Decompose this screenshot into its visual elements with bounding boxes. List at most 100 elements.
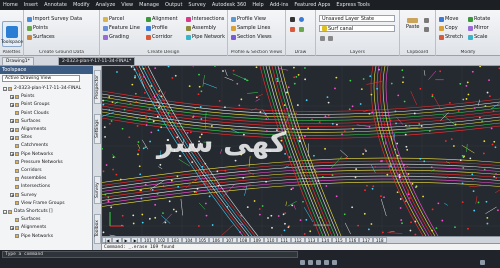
drawing-point — [336, 123, 338, 126]
drawing-curve — [102, 175, 500, 201]
command-input[interactable]: Type a command — [2, 251, 298, 258]
model-space-viewport[interactable]: کهی سبز — [102, 66, 500, 236]
drawing-point — [423, 160, 426, 163]
menu-item-output[interactable]: Output — [162, 2, 185, 8]
menu-item-annotate[interactable]: Annotate — [41, 2, 70, 8]
expand-toggle-icon[interactable]: - — [3, 209, 7, 214]
cut-icon[interactable] — [424, 27, 429, 32]
section-views-button[interactable]: Section Views — [231, 34, 272, 40]
tree-item[interactable]: - Data Shortcuts [] — [3, 208, 53, 215]
mirror-button[interactable]: Mirror — [468, 25, 489, 31]
copy-clip-icon[interactable] — [424, 18, 429, 23]
layer-properties-icon[interactable] — [320, 36, 325, 41]
tree-item[interactable]: Pressure Networks — [10, 159, 63, 166]
expand-toggle-icon[interactable]: + — [10, 94, 14, 99]
ortho-icon[interactable] — [316, 260, 321, 265]
doc-tab-active[interactable]: 2-0323-plan-Y-17-11-34-FINAL* — [58, 57, 136, 65]
menu-item-view[interactable]: View — [118, 2, 136, 8]
expand-toggle-icon[interactable]: + — [10, 193, 14, 198]
polar-icon[interactable] — [324, 260, 329, 265]
profile-button[interactable]: Profile — [146, 25, 168, 31]
expand-toggle-icon[interactable]: + — [10, 127, 14, 132]
pipe-network-button[interactable]: Pipe Network — [186, 34, 225, 40]
grid-icon[interactable] — [300, 260, 305, 265]
expand-toggle-icon[interactable]: + — [10, 119, 14, 124]
drawing-point — [200, 118, 203, 120]
current-layer-dropdown[interactable]: Surf canal — [319, 25, 395, 32]
drawing-point — [258, 213, 261, 216]
menu-item-modify[interactable]: Modify — [70, 2, 93, 8]
tree-item[interactable]: + Points — [10, 93, 35, 100]
tree-item[interactable]: + Alignments — [10, 224, 46, 231]
tree-item[interactable]: + Point Groups — [10, 101, 50, 108]
snap-icon[interactable] — [308, 260, 313, 265]
paste-button[interactable]: Paste — [406, 18, 420, 30]
move-button[interactable]: Move — [439, 16, 458, 22]
tree-item[interactable]: - 2-0323-plan-Y-17-11-34-FINAL — [3, 85, 81, 92]
menu-item-help[interactable]: Help — [249, 2, 266, 8]
expand-toggle-icon[interactable]: - — [3, 86, 7, 91]
doc-tab-drawing1[interactable]: Drawing1* — [2, 57, 34, 65]
line-icon[interactable] — [290, 17, 295, 22]
layer-state-dropdown[interactable]: Unsaved Layer State — [319, 15, 395, 22]
alignment-button[interactable]: Alignment — [146, 16, 178, 22]
menu-item-survey[interactable]: Survey — [185, 2, 208, 8]
parcel-button[interactable]: Parcel — [103, 16, 124, 22]
points-button[interactable]: Points — [27, 25, 48, 31]
tree-item[interactable]: View Frame Groups — [10, 200, 65, 207]
active-drawing-view-dropdown[interactable]: Active Drawing View — [2, 75, 80, 82]
tree-item[interactable]: Corridors — [10, 167, 42, 174]
layer-match-icon[interactable] — [328, 36, 333, 41]
menu-item-autodesk-360[interactable]: Autodesk 360 — [209, 2, 250, 8]
surfaces-button[interactable]: Surfaces — [27, 34, 55, 40]
expand-toggle-icon[interactable]: + — [10, 102, 14, 107]
copy-button[interactable]: Copy — [439, 25, 458, 31]
tree-item[interactable]: + Alignments — [10, 126, 46, 133]
scale-button[interactable]: Scale — [468, 34, 487, 40]
import-survey-data-button[interactable]: Import Survey Data — [27, 16, 82, 22]
tree-item[interactable]: + Surfaces — [10, 118, 41, 125]
sample-lines-button[interactable]: Sample Lines — [231, 25, 270, 31]
intersections-button[interactable]: Intersections — [186, 16, 224, 22]
layer-bulb-icon — [322, 26, 327, 31]
corridor-button[interactable]: Corridor — [146, 34, 172, 40]
expand-toggle-icon[interactable]: + — [10, 225, 14, 230]
tree-item[interactable]: Catchments — [10, 142, 48, 149]
menu-item-analyze[interactable]: Analyze — [93, 2, 119, 8]
menu-item-insert[interactable]: Insert — [21, 2, 41, 8]
drawing-point — [150, 85, 153, 87]
hatch-icon[interactable] — [299, 27, 304, 32]
tree-item[interactable]: + Pipe Networks — [10, 151, 53, 158]
menu-item-manage[interactable]: Manage — [136, 2, 162, 8]
expand-toggle-icon[interactable]: + — [10, 152, 14, 157]
drawing-point — [137, 153, 139, 156]
tree-item[interactable]: Assemblies — [10, 175, 46, 182]
profile-view-button[interactable]: Profile View — [231, 16, 266, 22]
drawing-point — [121, 214, 124, 217]
drawing-point — [287, 226, 290, 229]
rotate-button[interactable]: Rotate — [468, 16, 490, 22]
tab-settings[interactable]: Settings — [94, 114, 101, 144]
tree-item[interactable]: Surfaces — [10, 216, 41, 223]
feature-line-button[interactable]: Feature Line — [103, 25, 140, 31]
settings-icon[interactable] — [480, 260, 485, 265]
menu-item-featured-apps[interactable]: Featured Apps — [291, 2, 333, 8]
tree-item[interactable]: + Survey — [10, 192, 37, 199]
menu-item-add-ins[interactable]: Add-ins — [267, 2, 292, 8]
polyline-icon[interactable] — [290, 27, 295, 32]
expand-toggle-icon[interactable]: + — [10, 135, 14, 140]
tree-item[interactable]: + Sites — [10, 134, 32, 141]
assembly-button[interactable]: Assembly — [186, 25, 216, 31]
menu-item-home[interactable]: Home — [0, 2, 21, 8]
tree-item[interactable]: Intersections — [10, 183, 50, 190]
menu-item-express-tools[interactable]: Express Tools — [333, 2, 372, 8]
tab-survey[interactable]: Survey — [94, 176, 101, 204]
tree-item[interactable]: Point Clouds — [10, 110, 49, 117]
circle-icon[interactable] — [299, 17, 304, 22]
stretch-button[interactable]: Stretch — [439, 34, 463, 40]
tab-prospector[interactable]: Prospector — [94, 70, 101, 104]
tab-toolbox[interactable]: Toolbox — [94, 214, 101, 244]
tree-item[interactable]: Pipe Networks — [10, 233, 53, 240]
grading-button[interactable]: Grading — [103, 34, 129, 40]
osnap-icon[interactable] — [332, 260, 337, 265]
